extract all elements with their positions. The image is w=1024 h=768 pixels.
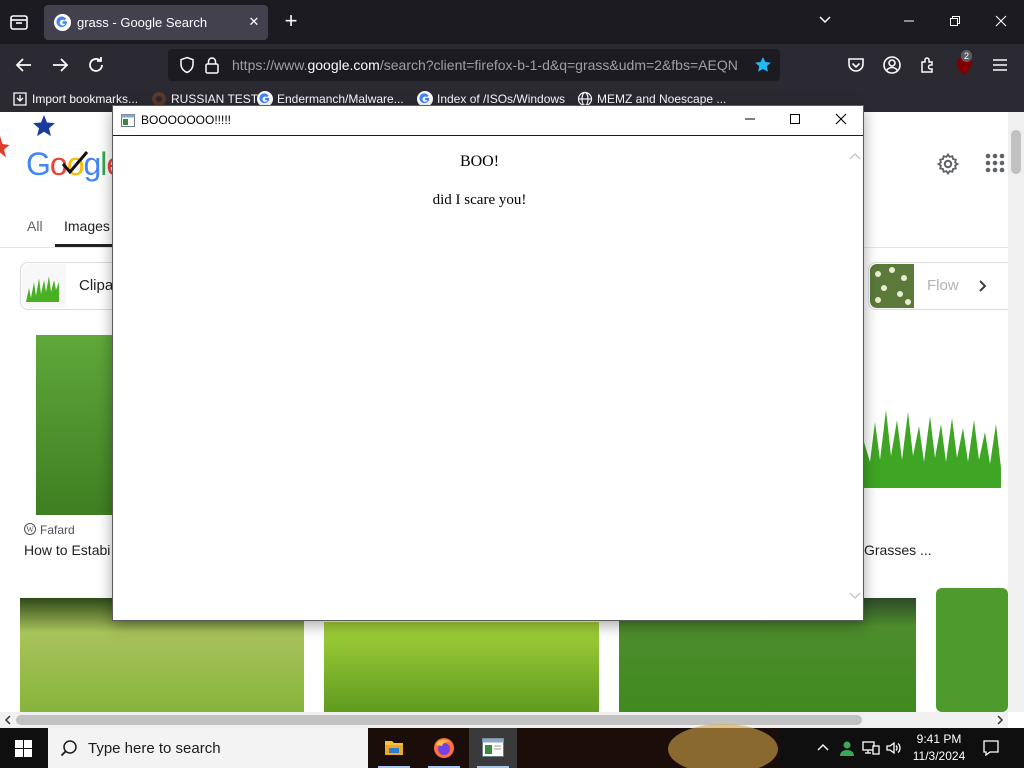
doodle-star-icon (33, 115, 55, 137)
windows-taskbar: Type here to search 9:41 PM 11/3/2024 (0, 724, 1024, 768)
scroll-right-icon[interactable] (995, 715, 1005, 725)
tab-list-icon[interactable] (8, 11, 30, 33)
chevron-right-icon[interactable] (973, 277, 991, 295)
lock-icon[interactable] (204, 56, 220, 74)
folder-icon (385, 741, 403, 755)
taskbar-popup-app[interactable] (469, 728, 517, 768)
taskbar-search-box[interactable]: Type here to search (48, 728, 368, 768)
scroll-up-icon[interactable] (849, 151, 861, 161)
menu-icon[interactable] (989, 54, 1011, 76)
result-source[interactable]: Fafard (40, 523, 75, 537)
network-icon[interactable] (862, 740, 880, 756)
grass-result-image[interactable] (36, 335, 114, 515)
search-icon (60, 740, 77, 757)
taskbar-file-explorer[interactable] (370, 728, 418, 768)
doodle-red-star-icon (0, 136, 10, 158)
extensions-icon[interactable] (917, 54, 939, 76)
start-button[interactable] (0, 728, 48, 768)
page-vertical-scrollbar[interactable] (1008, 112, 1024, 712)
people-icon[interactable] (838, 739, 856, 757)
clock-date[interactable]: 11/3/2024 (904, 749, 974, 763)
ublock-extension-icon[interactable]: 2 (953, 50, 975, 76)
account-icon[interactable] (881, 54, 903, 76)
page-horizontal-scrollbar[interactable] (0, 712, 1008, 728)
popup-minimize-icon[interactable] (739, 110, 761, 132)
tab-images[interactable]: Images (55, 218, 119, 247)
doodle-checkmark-icon (61, 151, 89, 175)
url-text[interactable]: https://www.google.com/search?client=fir… (232, 57, 744, 73)
taskbar-firefox[interactable] (420, 728, 468, 768)
back-icon[interactable] (13, 54, 35, 76)
flower-grass-thumbnail (870, 264, 914, 308)
settings-gear-icon[interactable] (936, 152, 960, 176)
grass-result-image[interactable] (324, 622, 599, 712)
tracking-protection-shield-icon[interactable] (178, 56, 196, 74)
clock-time[interactable]: 9:41 PM (904, 732, 974, 746)
app-window-icon (482, 738, 504, 757)
tab-all[interactable]: All (27, 218, 43, 234)
close-tab-icon[interactable]: ✕ (245, 13, 263, 31)
search-placeholder: Type here to search (88, 740, 221, 757)
notifications-icon[interactable] (982, 739, 1000, 757)
popup-content: BOO! did I scare you! (113, 137, 863, 620)
svg-text:W: W (26, 525, 34, 534)
app-window-icon (121, 114, 135, 127)
grass-result-image[interactable] (936, 588, 1008, 712)
wordpress-icon: W (24, 523, 36, 535)
nav-bar: https://www.google.com/search?client=fir… (0, 44, 1024, 86)
list-all-tabs-icon[interactable] (814, 11, 836, 33)
pocket-icon[interactable] (845, 54, 867, 76)
popup-title-bar[interactable]: BOOOOOOO!!!!! (113, 106, 863, 136)
popup-heading: BOO! (459, 153, 500, 170)
close-window-icon[interactable] (990, 11, 1012, 33)
clipart-grass-thumbnail (22, 264, 66, 308)
popup-maximize-icon[interactable] (784, 110, 806, 132)
google-favicon-icon (54, 14, 71, 31)
filter-chip-flowers[interactable]: Flow (868, 262, 1008, 310)
extension-badge: 2 (961, 50, 973, 62)
address-bar[interactable]: https://www.google.com/search?client=fir… (168, 49, 780, 81)
forward-icon[interactable] (49, 54, 71, 76)
popup-title: BOOOOOOO!!!!! (141, 113, 232, 127)
boo-popup-window: BOOOOOOO!!!!! BOO! did I scare you! (112, 105, 864, 621)
scroll-left-icon[interactable] (3, 715, 13, 725)
import-icon (13, 92, 27, 106)
tab-bar: grass - Google Search ✕ + (0, 0, 1024, 44)
browser-tab[interactable]: grass - Google Search ✕ (44, 5, 268, 40)
grass-result-image[interactable] (864, 392, 1008, 488)
new-tab-button[interactable]: + (280, 10, 302, 33)
tab-title: grass - Google Search (77, 15, 208, 30)
result-caption[interactable]: How to Estabi (24, 542, 110, 558)
minimize-icon[interactable] (898, 11, 920, 33)
show-hidden-icons-chevron-icon[interactable] (816, 741, 830, 755)
popup-close-icon[interactable] (830, 110, 852, 132)
apps-grid-icon[interactable] (984, 152, 1006, 174)
reload-icon[interactable] (85, 54, 107, 76)
popup-message: did I scare you! (432, 192, 527, 208)
firefox-icon (434, 738, 454, 758)
restore-icon[interactable] (944, 11, 966, 33)
bookmark-star-icon[interactable] (754, 56, 772, 74)
windows-logo-icon (15, 740, 32, 757)
volume-icon[interactable] (885, 740, 903, 756)
result-caption[interactable]: Grasses ... (864, 542, 932, 558)
scroll-down-icon[interactable] (849, 591, 861, 601)
popup-scrollbar[interactable] (846, 137, 863, 620)
